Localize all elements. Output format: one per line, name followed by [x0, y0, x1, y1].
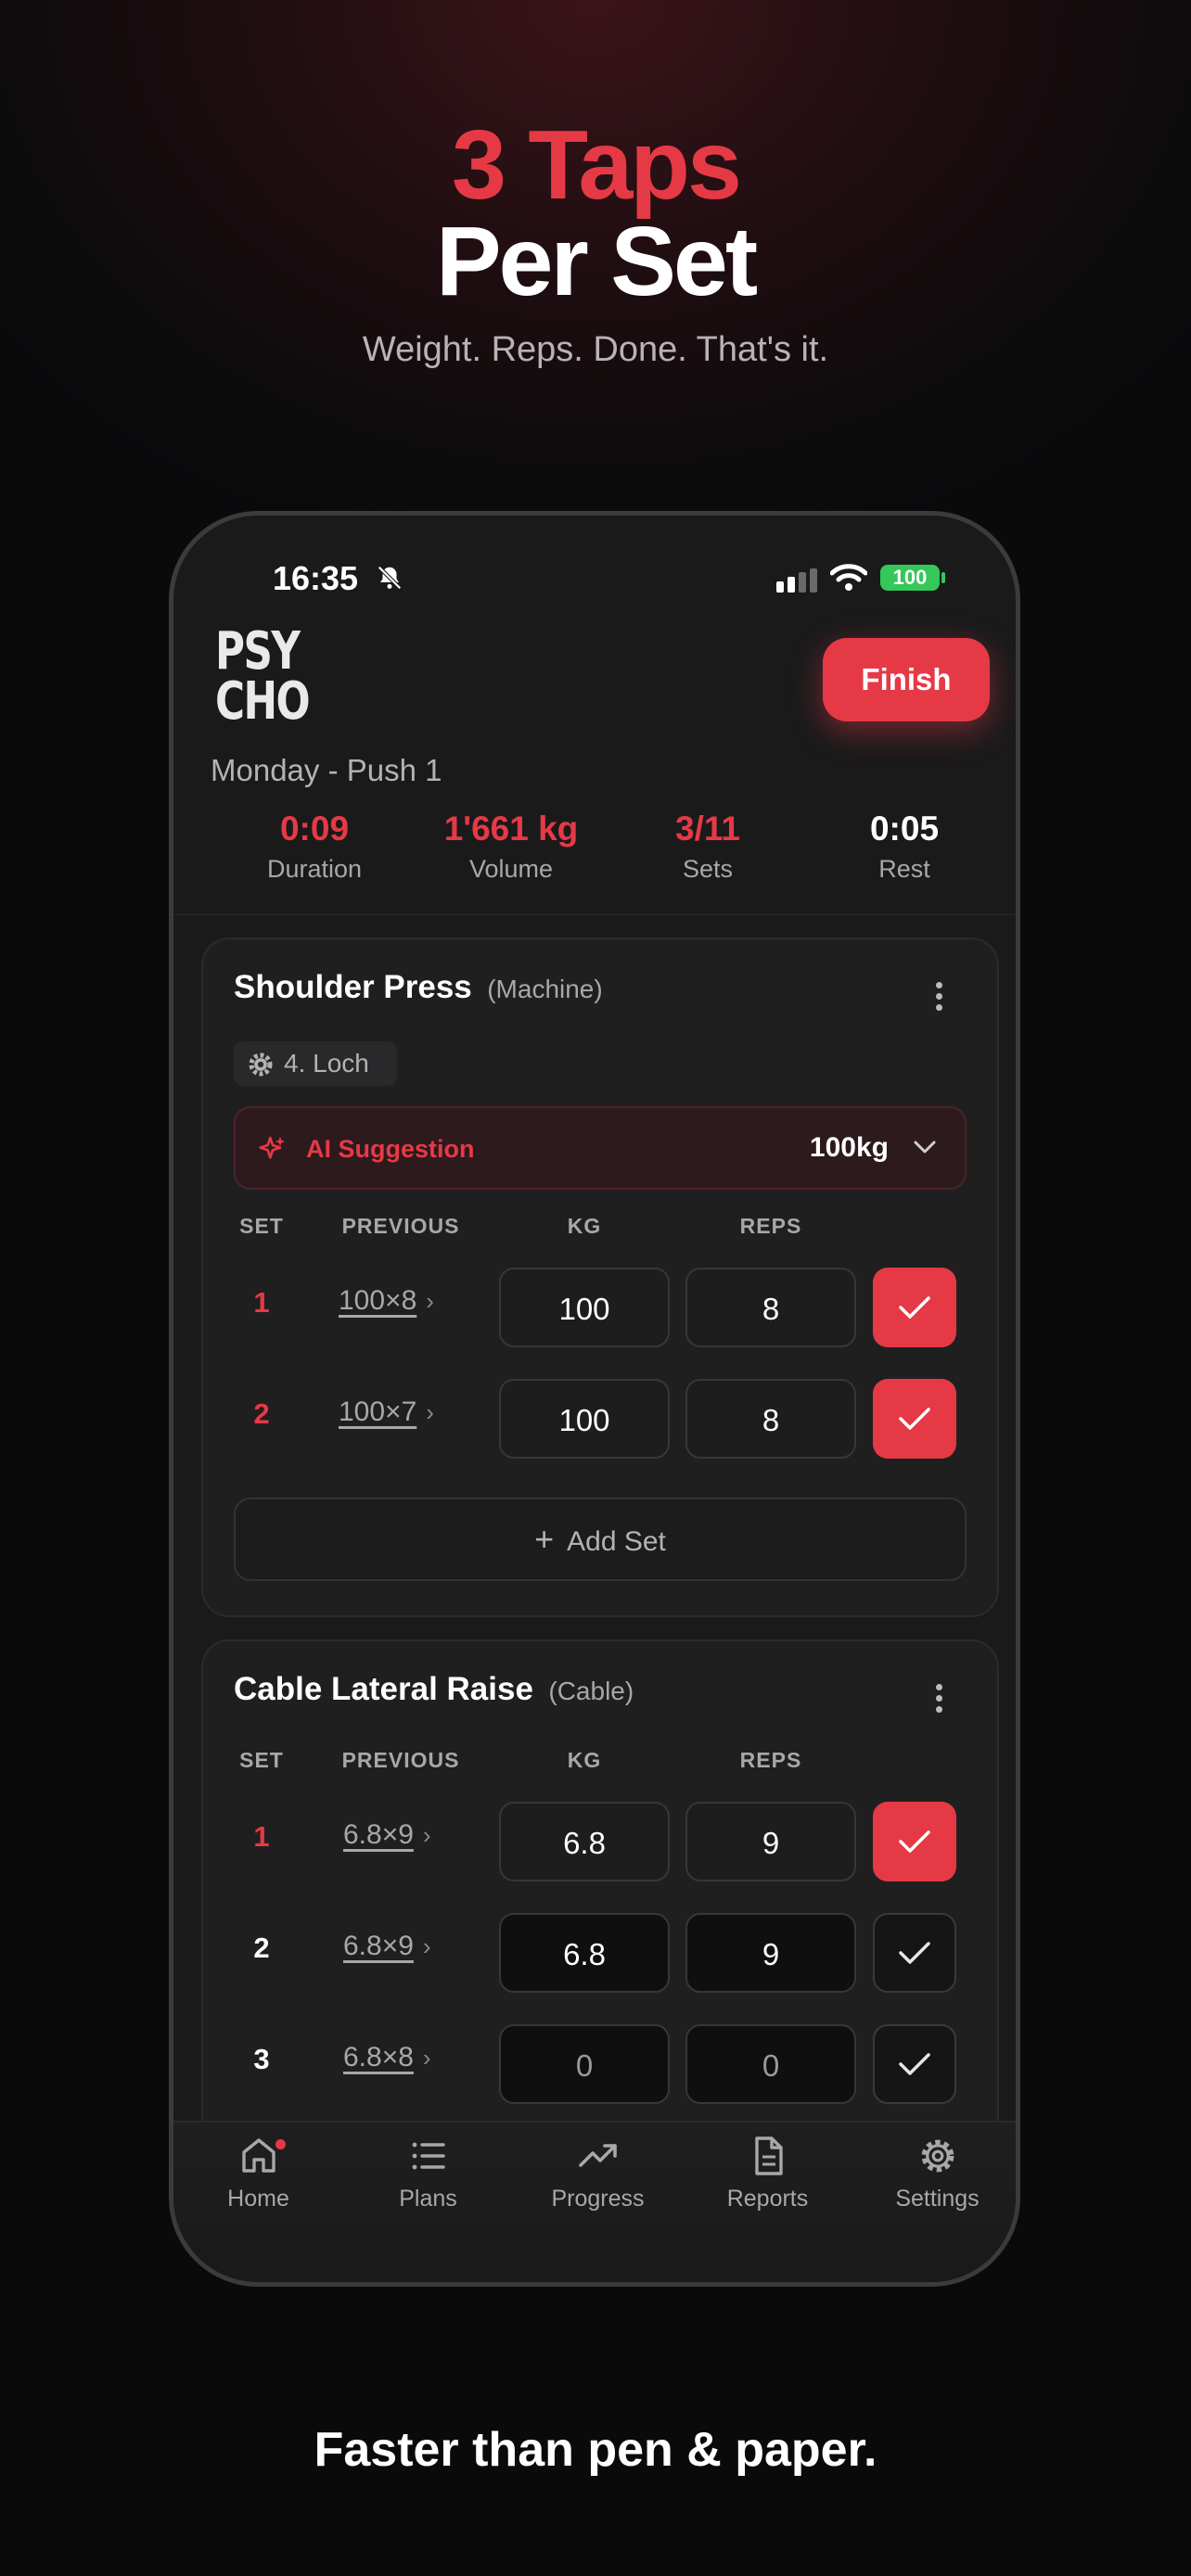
col-header-previous: PREVIOUS [341, 1748, 460, 1772]
cellular-signal-icon [776, 568, 817, 593]
checkmark-icon [899, 1296, 930, 1319]
exercise-menu-icon[interactable] [934, 1684, 943, 1717]
promo-footer: Faster than pen & paper. [314, 2423, 877, 2477]
stat-volume: 1'661 kg Volume [443, 810, 579, 883]
complete-set-button[interactable] [873, 1268, 956, 1347]
exercise-card: Shoulder Press (Machine) 4. Loch AI Sugg… [201, 937, 999, 1617]
checkmark-icon [899, 1408, 930, 1430]
complete-set-button[interactable] [873, 1379, 956, 1459]
list-icon [412, 2142, 445, 2170]
col-header-reps: REPS [739, 1748, 802, 1772]
sparkle-icon [259, 1136, 286, 1159]
app-logo: PSY CHO [215, 621, 311, 732]
exercise-name: Shoulder Press [234, 969, 472, 1005]
home-icon [241, 2138, 275, 2173]
tab-reports[interactable]: Reports [683, 2134, 852, 2213]
exercise-type: (Machine) [487, 975, 603, 1003]
stat-duration: 0:09 Duration [266, 810, 363, 883]
exercise-title-row: Shoulder Press (Machine) [234, 969, 603, 1006]
exercise-title-row: Cable Lateral Raise (Cable) [234, 1671, 634, 1708]
reps-input[interactable]: 0 [685, 2024, 856, 2104]
document-icon [754, 2136, 783, 2175]
col-header-reps: REPS [739, 1214, 802, 1238]
set-number: 3 [253, 2043, 270, 2075]
headline-primary: 3 Taps [452, 110, 742, 220]
set-number: 1 [253, 1820, 270, 1853]
phone-frame: 16:35 100 PSY CHO Finish Monday - Push 1… [169, 511, 1020, 2287]
kg-input[interactable]: 100 [499, 1379, 670, 1459]
col-header-set: SET [239, 1214, 284, 1238]
kg-input[interactable]: 6.8 [499, 1913, 670, 1993]
checkmark-icon [899, 1830, 930, 1853]
exercise-name: Cable Lateral Raise [234, 1671, 533, 1707]
complete-set-button[interactable] [873, 1802, 956, 1881]
status-time: 16:35 [273, 559, 359, 597]
machine-setting-text: 4. Loch [284, 1049, 369, 1078]
machine-setting-chip[interactable]: 4. Loch [234, 1041, 397, 1086]
kg-input[interactable]: 100 [499, 1268, 670, 1347]
complete-set-button[interactable] [873, 2024, 956, 2104]
col-header-kg: KG [567, 1214, 602, 1238]
checkmark-icon [899, 2053, 930, 2075]
tab-home[interactable]: Home [173, 2134, 343, 2213]
stat-rest: 0:05 Rest [869, 810, 940, 883]
header-divider [173, 913, 1016, 915]
set-number: 1 [253, 1286, 270, 1319]
previous-value[interactable]: 100×7 › [339, 1396, 434, 1428]
tab-bar: Home Plans Progress Reports Settings [173, 2121, 1016, 2282]
previous-value[interactable]: 6.8×9 › [343, 1819, 431, 1851]
tab-settings[interactable]: Settings [852, 2134, 1016, 2213]
reps-input[interactable]: 9 [685, 1913, 856, 1993]
tab-plans[interactable]: Plans [343, 2134, 513, 2213]
complete-set-button[interactable] [873, 1913, 956, 1993]
chevron-down-icon [914, 1141, 936, 1154]
promo-subtitle: Weight. Reps. Done. That's it. [362, 330, 829, 369]
reps-input[interactable]: 9 [685, 1802, 856, 1881]
battery-tip [941, 572, 945, 583]
ai-suggestion-value: 100kg [809, 1132, 889, 1163]
col-header-kg: KG [567, 1748, 602, 1772]
tab-progress[interactable]: Progress [513, 2134, 683, 2213]
trend-up-icon [578, 2144, 617, 2167]
col-header-previous: PREVIOUS [341, 1214, 460, 1238]
exercise-type: (Cable) [548, 1677, 634, 1705]
previous-value[interactable]: 100×8 › [339, 1285, 434, 1317]
add-set-button[interactable]: + Add Set [234, 1498, 967, 1581]
kg-input[interactable]: 6.8 [499, 1802, 670, 1881]
headline-secondary: Per Set [435, 207, 758, 316]
previous-value[interactable]: 6.8×8 › [343, 2042, 431, 2073]
plus-icon: + [534, 1520, 555, 1558]
stat-sets: 3/11 Sets [675, 810, 740, 883]
ai-suggestion-label: AI Suggestion [306, 1135, 475, 1163]
exercise-menu-icon[interactable] [934, 982, 943, 1015]
set-number: 2 [253, 1397, 270, 1430]
finish-button[interactable]: Finish [823, 638, 990, 721]
gear-icon [921, 2139, 954, 2173]
battery-indicator: 100 [880, 565, 940, 591]
reps-input[interactable]: 8 [685, 1379, 856, 1459]
bell-slash-icon [378, 566, 402, 590]
kg-input[interactable]: 0 [499, 2024, 670, 2104]
col-header-set: SET [239, 1748, 284, 1772]
gear-icon [249, 1052, 273, 1077]
workout-name: Monday - Push 1 [211, 753, 442, 787]
ai-suggestion-row[interactable]: AI Suggestion 100kg [234, 1106, 967, 1190]
notification-dot [275, 2139, 286, 2149]
checkmark-icon [899, 1942, 930, 1964]
set-number: 2 [253, 1932, 270, 1964]
wifi-icon [830, 564, 867, 591]
reps-input[interactable]: 8 [685, 1268, 856, 1347]
previous-value[interactable]: 6.8×9 › [343, 1931, 431, 1962]
